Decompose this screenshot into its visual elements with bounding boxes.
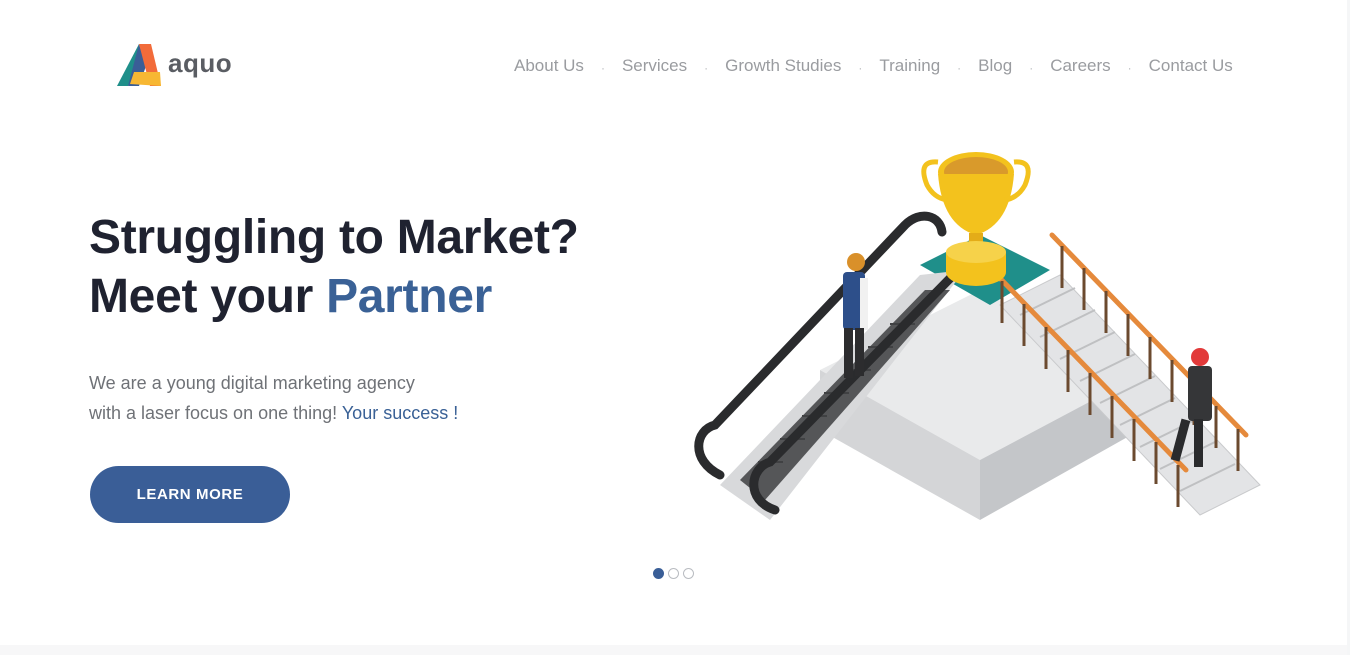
hero-title-line2-prefix: Meet your [89, 270, 327, 323]
site-header: aquo About Us · Services · Growth Studie… [0, 0, 1350, 130]
section-divider [0, 645, 1350, 655]
nav-training[interactable]: Training [879, 56, 940, 76]
logo-mark-icon [117, 44, 161, 86]
nav-blog[interactable]: Blog [978, 56, 1012, 76]
carousel-dot-3[interactable] [683, 568, 694, 579]
trophy-stairs-illustration [694, 152, 1261, 520]
logo[interactable]: aquo [116, 42, 232, 88]
nav-separator: · [600, 61, 605, 75]
hero-text-accent: Your success ! [341, 403, 459, 423]
main-nav: About Us · Services · Growth Studies · T… [514, 56, 1233, 76]
hero-title-accent: Partner [326, 270, 493, 323]
nav-careers[interactable]: Careers [1050, 56, 1110, 76]
hero-title-line1: Struggling to Market? [89, 211, 579, 264]
logo-text: aquo [168, 47, 233, 78]
carousel-dot-1[interactable] [653, 568, 664, 579]
learn-more-button[interactable]: LEARN MORE [90, 466, 290, 523]
carousel-dot-2[interactable] [668, 568, 679, 579]
nav-contact-us[interactable]: Contact Us [1149, 56, 1233, 76]
nav-separator: · [957, 61, 962, 75]
hero-text-line1: We are a young digital marketing agency [89, 373, 415, 393]
nav-about-us[interactable]: About Us [514, 56, 584, 76]
nav-separator: · [1029, 61, 1034, 75]
nav-separator: · [858, 61, 863, 75]
nav-growth-studies[interactable]: Growth Studies [725, 56, 841, 76]
hero-text-line2-prefix: with a laser focus on one thing! [89, 403, 342, 423]
hero-description: We are a young digital marketing agency … [89, 368, 458, 428]
nav-separator: · [1127, 61, 1132, 75]
nav-services[interactable]: Services [622, 56, 687, 76]
hero-title: Struggling to Market? Meet your Partner [89, 208, 579, 326]
nav-separator: · [704, 61, 709, 75]
carousel-dots [653, 568, 694, 579]
